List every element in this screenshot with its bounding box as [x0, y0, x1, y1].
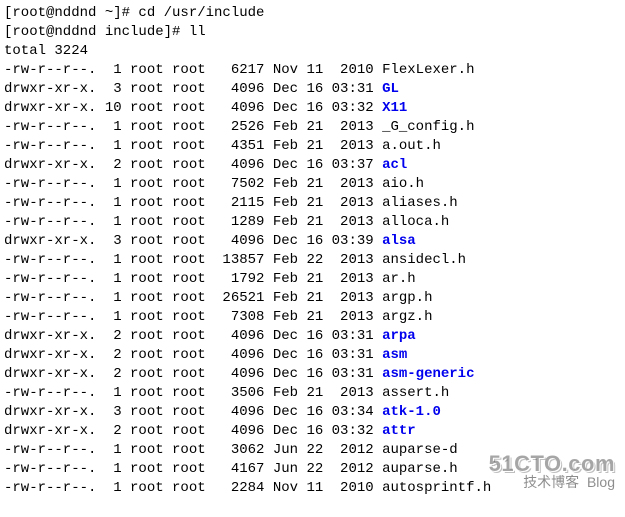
terminal-line: total 3224: [4, 42, 621, 61]
directory-name: acl: [382, 157, 407, 173]
terminal-line: drwxr-xr-x. 3 root root 4096 Dec 16 03:3…: [4, 403, 621, 422]
directory-name: alsa: [382, 233, 416, 249]
directory-name: arpa: [382, 328, 416, 344]
terminal-line: drwxr-xr-x. 3 root root 4096 Dec 16 03:3…: [4, 232, 621, 251]
terminal-line: -rw-r--r--. 1 root root 2526 Feb 21 2013…: [4, 118, 621, 137]
file-name: FlexLexer.h: [382, 62, 474, 78]
file-name: autosprintf.h: [382, 480, 491, 496]
terminal-line: [root@nddnd ~]# cd /usr/include: [4, 4, 621, 23]
terminal-output[interactable]: [root@nddnd ~]# cd /usr/include[root@ndd…: [4, 4, 621, 498]
terminal-line: -rw-r--r--. 1 root root 13857 Feb 22 201…: [4, 251, 621, 270]
file-name: auparse-d: [382, 442, 458, 458]
terminal-line: drwxr-xr-x. 10 root root 4096 Dec 16 03:…: [4, 99, 621, 118]
directory-name: X11: [382, 100, 407, 116]
terminal-line: -rw-r--r--. 1 root root 3506 Feb 21 2013…: [4, 384, 621, 403]
terminal-line: drwxr-xr-x. 2 root root 4096 Dec 16 03:3…: [4, 422, 621, 441]
terminal-line: -rw-r--r--. 1 root root 6217 Nov 11 2010…: [4, 61, 621, 80]
file-name: ar.h: [382, 271, 416, 287]
terminal-line: -rw-r--r--. 1 root root 3062 Jun 22 2012…: [4, 441, 621, 460]
terminal-line: -rw-r--r--. 1 root root 2115 Feb 21 2013…: [4, 194, 621, 213]
terminal-line: -rw-r--r--. 1 root root 4167 Jun 22 2012…: [4, 460, 621, 479]
terminal-line: -rw-r--r--. 1 root root 26521 Feb 21 201…: [4, 289, 621, 308]
directory-name: atk-1.0: [382, 404, 441, 420]
file-name: ansidecl.h: [382, 252, 466, 268]
file-name: aio.h: [382, 176, 424, 192]
file-name: auparse.h: [382, 461, 458, 477]
terminal-line: drwxr-xr-x. 2 root root 4096 Dec 16 03:3…: [4, 327, 621, 346]
file-name: alloca.h: [382, 214, 449, 230]
file-name: aliases.h: [382, 195, 458, 211]
directory-name: asm-generic: [382, 366, 474, 382]
directory-name: GL: [382, 81, 399, 97]
file-name: assert.h: [382, 385, 449, 401]
terminal-line: -rw-r--r--. 1 root root 1792 Feb 21 2013…: [4, 270, 621, 289]
file-name: argp.h: [382, 290, 432, 306]
terminal-line: [root@nddnd include]# ll: [4, 23, 621, 42]
file-name: a.out.h: [382, 138, 441, 154]
directory-name: attr: [382, 423, 416, 439]
terminal-line: drwxr-xr-x. 3 root root 4096 Dec 16 03:3…: [4, 80, 621, 99]
terminal-line: -rw-r--r--. 1 root root 2284 Nov 11 2010…: [4, 479, 621, 498]
terminal-line: -rw-r--r--. 1 root root 7308 Feb 21 2013…: [4, 308, 621, 327]
terminal-line: drwxr-xr-x. 2 root root 4096 Dec 16 03:3…: [4, 346, 621, 365]
terminal-line: drwxr-xr-x. 2 root root 4096 Dec 16 03:3…: [4, 156, 621, 175]
terminal-line: drwxr-xr-x. 2 root root 4096 Dec 16 03:3…: [4, 365, 621, 384]
file-name: _G_config.h: [382, 119, 474, 135]
directory-name: asm: [382, 347, 407, 363]
file-name: argz.h: [382, 309, 432, 325]
terminal-line: -rw-r--r--. 1 root root 4351 Feb 21 2013…: [4, 137, 621, 156]
terminal-line: -rw-r--r--. 1 root root 7502 Feb 21 2013…: [4, 175, 621, 194]
terminal-line: -rw-r--r--. 1 root root 1289 Feb 21 2013…: [4, 213, 621, 232]
